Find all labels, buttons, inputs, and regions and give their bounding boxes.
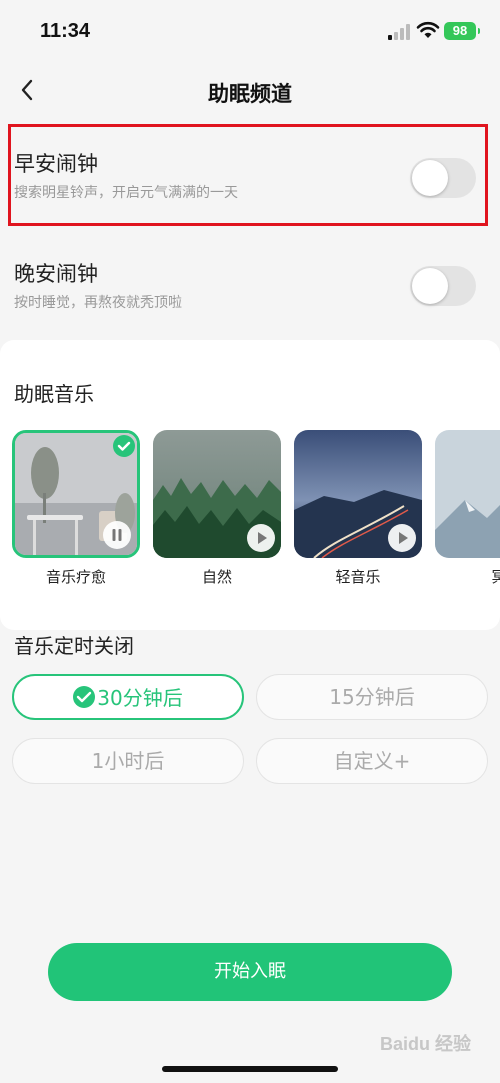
page-title: 助眠频道 [208, 82, 292, 106]
timer-option-label: 15分钟后 [329, 685, 415, 709]
selected-check-icon [113, 435, 135, 457]
sleep-music-title: 助眠音乐 [14, 382, 94, 406]
music-label-nature: 自然 [201, 568, 232, 586]
baidu-watermark: Baidu 经验 [380, 1034, 472, 1054]
music-item-healing[interactable] [12, 430, 140, 558]
music-item-nature[interactable] [153, 430, 281, 558]
highlight-box [8, 124, 488, 226]
music-list: 音乐疗愈 自然 轻音乐 冥 [12, 430, 500, 590]
music-label-healing: 音乐疗愈 [45, 568, 106, 586]
timer-option-1hour[interactable]: 1小时后 [12, 738, 244, 784]
play-icon[interactable] [247, 524, 275, 552]
play-icon[interactable] [388, 524, 416, 552]
music-label-light-music: 轻音乐 [335, 568, 381, 586]
check-circle-icon [73, 686, 96, 708]
toggle-knob [412, 268, 448, 304]
status-bar: 11:34 98 [0, 0, 500, 62]
timer-option-custom[interactable]: 自定义+ [256, 738, 488, 784]
timer-option-label: 30分钟后 [97, 686, 183, 710]
night-alarm-toggle[interactable] [410, 266, 476, 306]
night-alarm-title: 晚安闹钟 [14, 262, 98, 286]
cellular-signal-icon [388, 24, 410, 40]
timer-title: 音乐定时关闭 [14, 634, 134, 658]
wifi-icon [416, 21, 440, 38]
home-indicator [162, 1066, 338, 1072]
music-item-meditation[interactable] [435, 430, 500, 558]
night-alarm-subtitle: 按时睡觉，再熬夜就秃顶啦 [14, 295, 182, 311]
music-label-meditation: 冥 [491, 568, 500, 586]
timer-option-15min[interactable]: 15分钟后 [256, 674, 488, 720]
status-time: 11:34 [40, 20, 91, 42]
pause-icon[interactable] [103, 521, 131, 549]
timer-option-label: 1小时后 [91, 749, 165, 773]
snow-mountain-image [435, 430, 500, 558]
start-sleep-button[interactable]: 开始入眠 [48, 943, 452, 1001]
nav-bar: 助眠频道 [0, 62, 500, 122]
timer-option-label: 自定义+ [333, 749, 411, 773]
timer-option-30min[interactable]: 30分钟后 [12, 674, 244, 720]
music-item-light-music[interactable] [294, 430, 422, 558]
battery-indicator: 98 [444, 22, 480, 40]
night-alarm-row: 晚安闹钟 按时睡觉，再熬夜就秃顶啦 [0, 236, 500, 336]
